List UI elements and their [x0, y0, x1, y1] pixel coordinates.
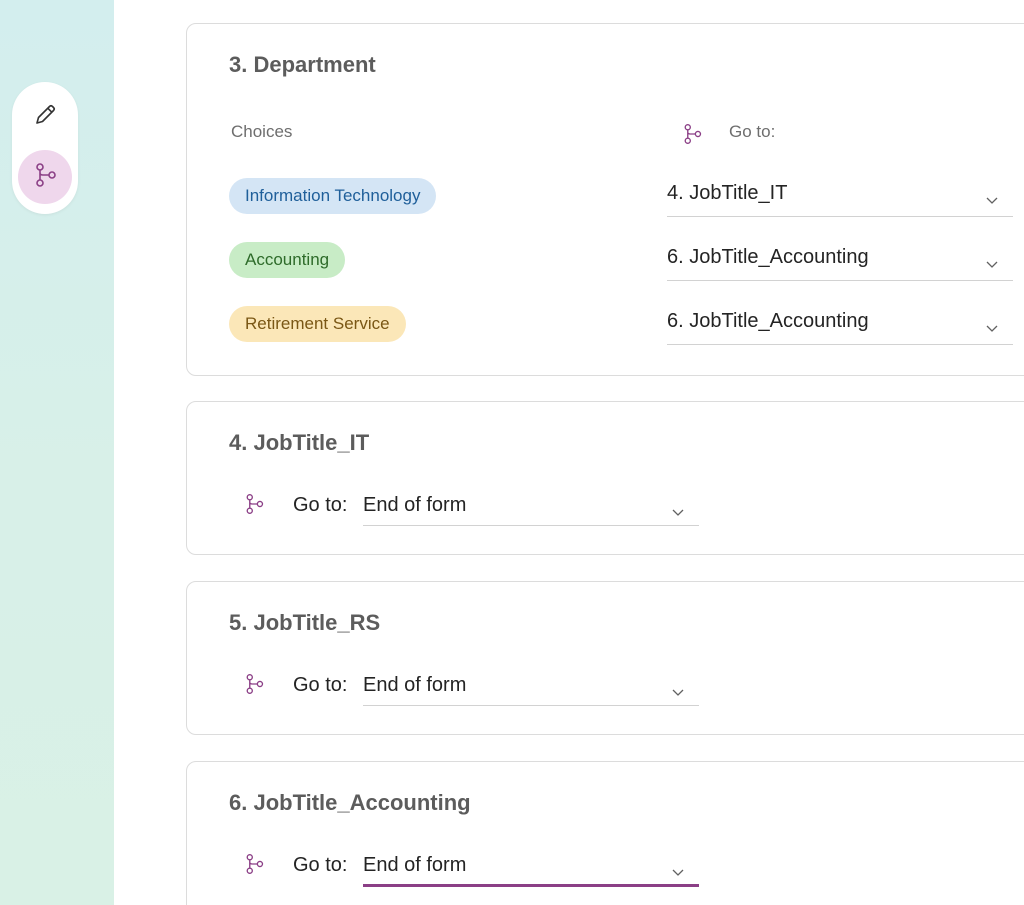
- dropdown-value: 6. JobTitle_Accounting: [667, 310, 869, 332]
- chevron-down-icon: [985, 252, 999, 275]
- branching-mode-button[interactable]: [18, 150, 72, 204]
- branch-icon: [681, 122, 703, 151]
- mode-toolbar: [12, 82, 78, 214]
- dropdown-value: End of form: [363, 494, 467, 516]
- choices-header: Choices: [231, 122, 293, 141]
- goto-label: Go to:: [293, 854, 348, 876]
- form-branching-view: 3. Department Choices Go to: Information…: [114, 0, 1024, 905]
- question-card-department: 3. Department Choices Go to: Information…: [186, 23, 1024, 376]
- branch-icon: [32, 162, 58, 193]
- chevron-down-icon: [671, 860, 685, 883]
- choice-pill-retirement-service: Retirement Service: [229, 306, 406, 342]
- goto-dropdown-retirement-service[interactable]: 6. JobTitle_Accounting: [667, 310, 1013, 345]
- branch-icon: [243, 852, 265, 881]
- question-card-jobtitle-it: 4. JobTitle_IT Go to: End of form: [186, 401, 1024, 555]
- goto-dropdown-information-technology[interactable]: 4. JobTitle_IT: [667, 182, 1013, 217]
- dropdown-value: 4. JobTitle_IT: [667, 182, 788, 204]
- chevron-down-icon: [671, 680, 685, 703]
- edit-mode-button[interactable]: [18, 90, 72, 144]
- branch-icon: [243, 492, 265, 521]
- goto-header: Go to:: [729, 122, 776, 141]
- question-card-jobtitle-rs: 5. JobTitle_RS Go to: End of form: [186, 581, 1024, 735]
- question-title: 6. JobTitle_Accounting: [229, 790, 471, 815]
- question-card-jobtitle-accounting: 6. JobTitle_Accounting Go to: End of for…: [186, 761, 1024, 905]
- question-title: 4. JobTitle_IT: [229, 430, 370, 455]
- dropdown-value: End of form: [363, 674, 467, 696]
- question-title: 5. JobTitle_RS: [229, 610, 381, 635]
- goto-label: Go to:: [293, 674, 348, 696]
- goto-dropdown-jobtitle-rs[interactable]: End of form: [363, 674, 699, 706]
- choice-pill-accounting: Accounting: [229, 242, 346, 278]
- question-title: 3. Department: [229, 52, 376, 77]
- pencil-icon: [32, 102, 58, 133]
- dropdown-value: 6. JobTitle_Accounting: [667, 246, 869, 268]
- dropdown-value: End of form: [363, 854, 467, 876]
- left-panel: [0, 0, 114, 905]
- goto-dropdown-jobtitle-accounting[interactable]: End of form: [363, 854, 699, 887]
- goto-dropdown-accounting[interactable]: 6. JobTitle_Accounting: [667, 246, 1013, 281]
- branch-icon: [243, 672, 265, 701]
- chevron-down-icon: [985, 316, 999, 339]
- goto-dropdown-jobtitle-it[interactable]: End of form: [363, 494, 699, 526]
- chevron-down-icon: [671, 500, 685, 523]
- chevron-down-icon: [985, 188, 999, 211]
- choice-pill-information-technology: Information Technology: [229, 178, 437, 214]
- goto-label: Go to:: [293, 494, 348, 516]
